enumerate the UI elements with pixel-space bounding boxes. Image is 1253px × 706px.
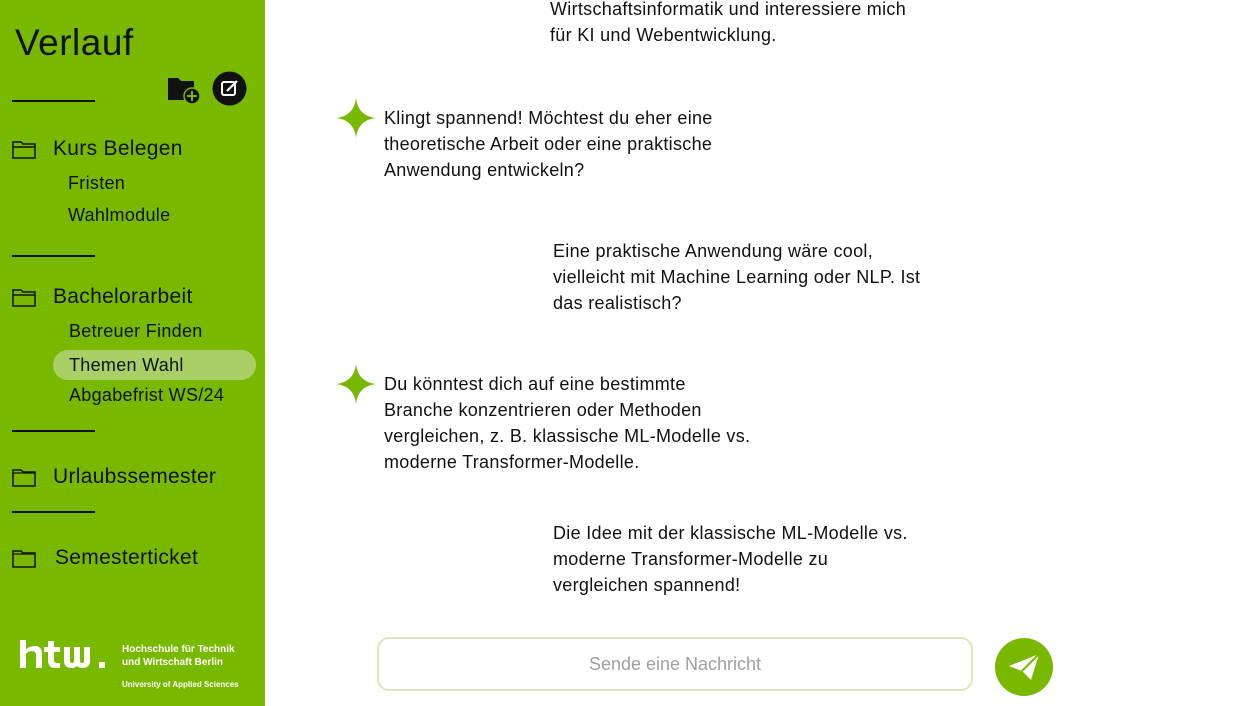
- message-line: Du könntest dich auf eine bestimmte: [384, 374, 686, 394]
- user-message: Eine praktische Anwendung wäre cool, vie…: [553, 238, 920, 316]
- htw-wordmark-icon: [20, 640, 105, 668]
- message-line: moderne Transformer-Modelle zu: [553, 549, 829, 569]
- folder-plus-icon[interactable]: [166, 72, 202, 106]
- sidebar-item-betreuer-finden[interactable]: Betreuer Finden: [69, 321, 203, 342]
- message-line: theoretische Arbeit oder eine praktische: [384, 134, 713, 154]
- folder-semesterticket[interactable]: Semesterticket: [12, 546, 198, 570]
- logo-line-3: University of Applied Sciences: [122, 680, 239, 689]
- message-line: moderne Transformer-Modelle.: [384, 452, 640, 472]
- edit-icon[interactable]: [212, 71, 247, 106]
- folder-kurs-belegen[interactable]: Kurs Belegen: [12, 137, 183, 161]
- message-line: Branche konzentrieren oder Methoden: [384, 400, 702, 420]
- sidebar-item-themen-wahl[interactable]: Themen Wahl: [53, 350, 256, 380]
- assistant-message: Du könntest dich auf eine bestimmte Bran…: [384, 371, 750, 475]
- divider: [12, 100, 95, 102]
- message-line: vergleichen spannend!: [553, 575, 741, 595]
- divider: [12, 430, 95, 432]
- sidebar-item-abgabefrist[interactable]: Abgabefrist WS/24: [69, 385, 224, 406]
- divider: [12, 511, 95, 513]
- folder-icon: [12, 288, 36, 307]
- send-button[interactable]: [995, 638, 1053, 696]
- message-line: Anwendung entwickeln?: [384, 160, 585, 180]
- sidebar-title: Verlauf: [15, 22, 134, 63]
- logo-line-1: Hochschule für Technik: [122, 644, 235, 655]
- folder-bachelorarbeit[interactable]: Bachelorarbeit: [12, 285, 193, 309]
- user-message: Wirtschaftsinformatik und interessiere m…: [550, 0, 906, 48]
- sparkle-icon: [336, 98, 376, 138]
- folder-icon: [12, 140, 36, 159]
- folder-icon: [12, 468, 36, 487]
- message-line: Wirtschaftsinformatik und interessiere m…: [550, 0, 907, 19]
- folder-label: Kurs Belegen: [53, 137, 183, 160]
- logo-line-2: und Wirtschaft Berlin: [122, 657, 224, 668]
- message-input[interactable]: [377, 637, 973, 691]
- send-icon: [1009, 653, 1040, 680]
- message-line: das realistisch?: [553, 293, 682, 313]
- folder-icon: [12, 549, 36, 568]
- sparkle-icon: [336, 364, 376, 404]
- sidebar-item-wahlmodule[interactable]: Wahlmodule: [68, 205, 170, 226]
- divider: [12, 255, 95, 257]
- message-line: Eine praktische Anwendung wäre cool,: [553, 241, 873, 261]
- message-line: Die Idee mit der klassische ML-Modelle v…: [553, 523, 908, 543]
- sidebar-item-fristen[interactable]: Fristen: [68, 173, 125, 194]
- user-message: Die Idee mit der klassische ML-Modelle v…: [553, 520, 908, 598]
- folder-label: Urlaubssemester: [53, 465, 217, 488]
- folder-label: Semesterticket: [55, 546, 199, 569]
- htw-logo: Hochschule für Technik und Wirtschaft Be…: [18, 638, 248, 694]
- message-line: Klingt spannend! Möchtest du eher eine: [384, 108, 713, 128]
- message-line: für KI und Webentwicklung.: [550, 25, 777, 45]
- message-line: vielleicht mit Machine Learning oder NLP…: [553, 267, 921, 287]
- assistant-message: Klingt spannend! Möchtest du eher eine t…: [384, 105, 713, 183]
- folder-label: Bachelorarbeit: [53, 285, 193, 308]
- sidebar: Verlauf Kurs Belegen Fristen Wahlmodule: [0, 0, 265, 706]
- folder-urlaubssemester[interactable]: Urlaubssemester: [12, 465, 216, 489]
- message-line: vergleichen, z. B. klassische ML-Modelle…: [384, 426, 751, 446]
